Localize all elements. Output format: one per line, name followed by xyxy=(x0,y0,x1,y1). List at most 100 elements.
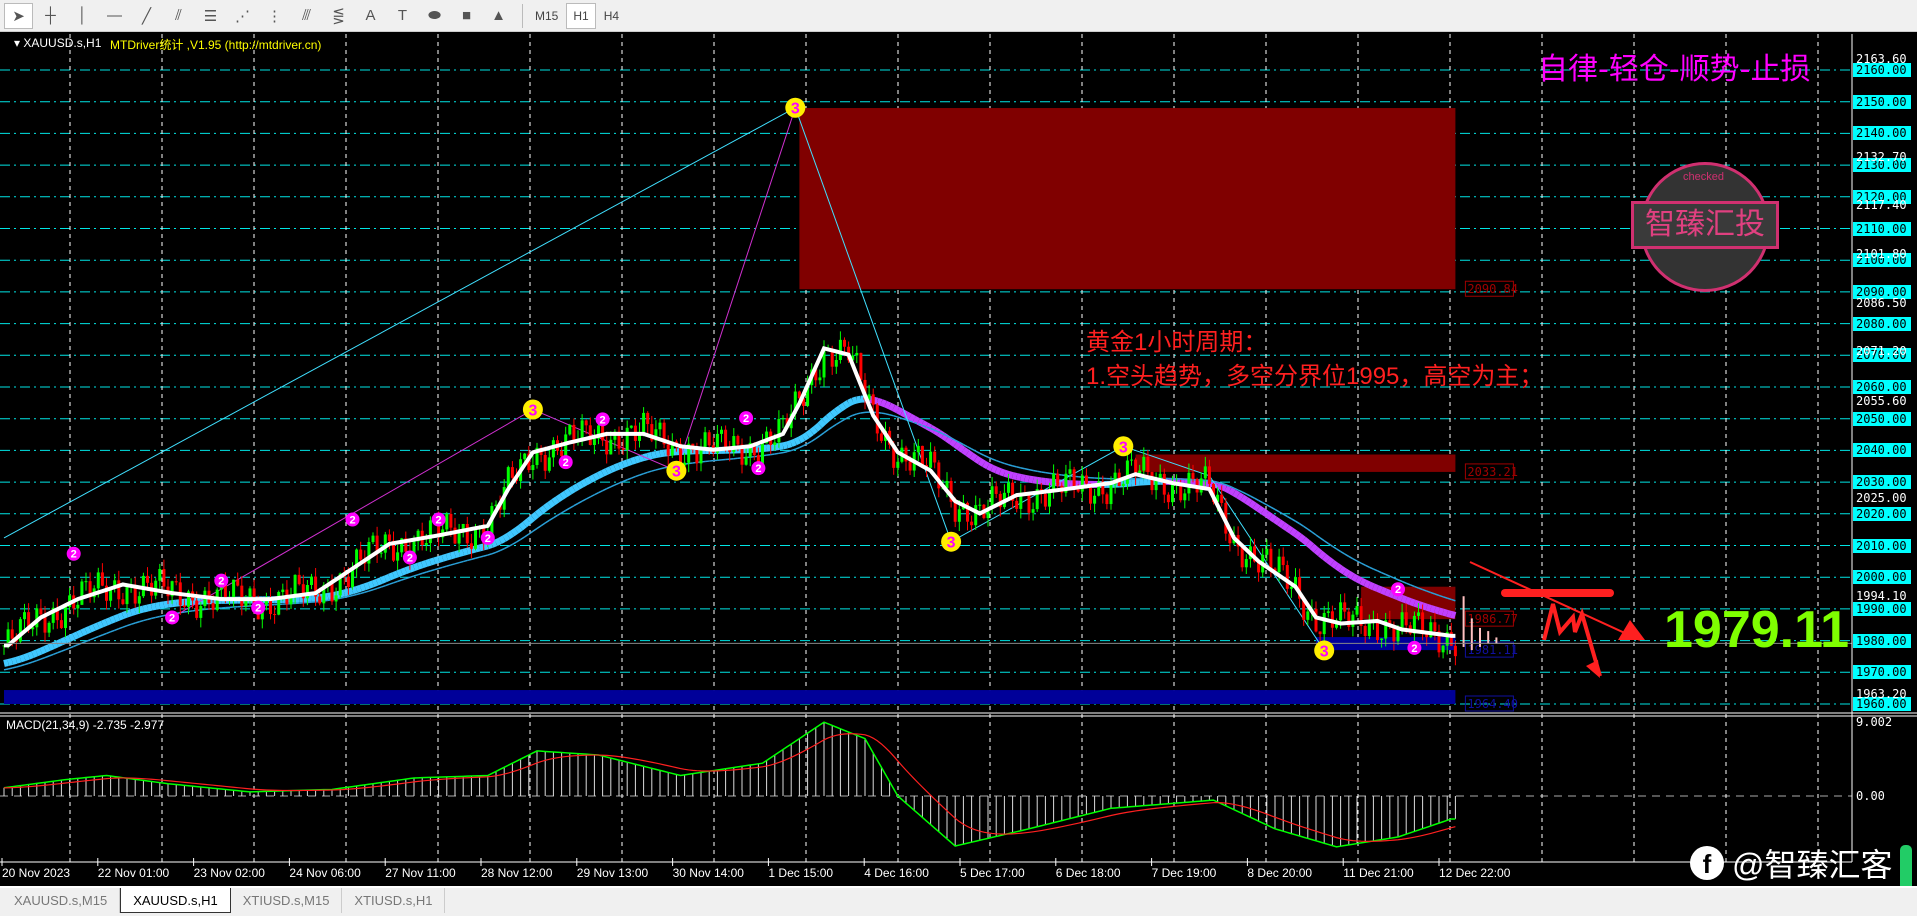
ma-slow-segment xyxy=(520,536,526,541)
ma-ribbon-segment xyxy=(416,561,424,570)
ma-ribbon-segment xyxy=(793,436,801,446)
ma-slow-segment xyxy=(856,412,862,415)
horizontal-line-icon[interactable]: — xyxy=(100,3,129,29)
ma-ribbon-segment xyxy=(1216,481,1223,490)
tab-xtiusd-s-m15[interactable]: XTIUSD.s,M15 xyxy=(231,888,343,913)
date-label: 6 Dec 18:00 xyxy=(1055,866,1121,880)
crosshair-icon[interactable]: ┼ xyxy=(36,3,65,29)
candle-body xyxy=(1031,509,1035,513)
watermark: f @智臻汇客 xyxy=(1690,840,1893,886)
candle-body xyxy=(720,429,723,434)
ma-slow-segment xyxy=(475,556,480,559)
watermark-text: @智臻汇客 xyxy=(1732,847,1893,883)
ma-ribbon-segment xyxy=(957,444,966,453)
candle-body xyxy=(572,424,576,441)
ma-ribbon-segment xyxy=(617,461,625,470)
ma-ribbon-segment xyxy=(1036,476,1042,485)
ma-slow-segment xyxy=(770,453,775,456)
ma-ribbon-segment xyxy=(1409,598,1416,607)
ma-slow-segment xyxy=(1299,523,1305,527)
candle-body xyxy=(293,574,297,595)
timeframe-h4[interactable]: H4 xyxy=(598,3,625,29)
price-chart[interactable]: 2090.84 2033.21 1986.77 1981.11 1964.40 3 3 3 3 3… xyxy=(0,0,1917,916)
fibo-retracement-icon[interactable]: ☰ xyxy=(196,3,225,29)
ma-slow-segment xyxy=(499,548,505,552)
candle-body xyxy=(469,543,473,549)
ma-slow-segment xyxy=(24,662,29,666)
candle-body xyxy=(994,486,998,494)
vertical-line-icon[interactable]: │ xyxy=(68,3,97,29)
date-label: 28 Nov 12:00 xyxy=(481,866,553,880)
macd-scale-label: 9.002 xyxy=(1856,715,1893,730)
price-axis-label: 1980.00 xyxy=(1853,633,1911,648)
wave-marker-label: 2 xyxy=(485,533,491,545)
ma-slow-segment xyxy=(1266,504,1272,508)
trendline-icon[interactable]: ╱ xyxy=(132,3,161,29)
ma-slow-segment xyxy=(983,454,989,458)
ma-slow-segment xyxy=(155,615,160,619)
equidistant-channel-icon[interactable]: ⫽ xyxy=(164,3,193,29)
ellipse-icon[interactable]: ⬬ xyxy=(420,3,449,29)
ma-slow-segment xyxy=(524,533,530,538)
ma-ribbon-segment xyxy=(1285,525,1294,534)
ma-slow-segment xyxy=(651,469,657,472)
timeframe-m15[interactable]: M15 xyxy=(529,3,564,29)
ma-slow-segment xyxy=(1286,515,1292,520)
date-label: 11 Dec 21:00 xyxy=(1343,866,1414,880)
ma-slow-segment xyxy=(532,527,538,532)
ma-slow-segment xyxy=(577,500,583,505)
fibo-time-icon[interactable]: ⋰ xyxy=(228,3,257,29)
candle-body xyxy=(560,450,564,457)
candle-body xyxy=(588,425,592,445)
ma-slow-segment xyxy=(463,559,468,563)
tab-xauusd-s-h1[interactable]: XAUUSD.s,H1 xyxy=(120,888,231,913)
ma-ribbon-segment xyxy=(1446,609,1453,618)
cursor-icon[interactable]: ➤ xyxy=(4,2,33,29)
ma-ribbon-segment xyxy=(1384,588,1392,597)
ma-slow-segment xyxy=(1258,499,1264,504)
ma-ribbon-segment xyxy=(449,551,456,560)
rectangle-icon[interactable]: ■ xyxy=(452,3,481,29)
text-label-icon[interactable]: T xyxy=(388,3,417,29)
ma-ribbon-segment xyxy=(1313,547,1323,557)
ma-ribbon-segment xyxy=(388,572,395,581)
text-icon[interactable]: A xyxy=(356,3,385,29)
ma-ribbon-segment xyxy=(592,472,601,481)
ma-slow-segment xyxy=(1377,570,1382,574)
ma-ribbon-segment xyxy=(801,432,810,441)
ma-slow-segment xyxy=(1000,461,1005,465)
ma-slow-segment xyxy=(553,514,558,519)
ma-ribbon-segment xyxy=(351,586,358,595)
ma-ribbon-segment xyxy=(1442,608,1449,617)
candle-body xyxy=(1007,482,1010,493)
tab-xauusd-s-m15[interactable]: XAUUSD.s,M15 xyxy=(2,888,121,913)
ma-ribbon-segment xyxy=(347,587,354,596)
tab-xtiusd-s-h1[interactable]: XTIUSD.s,H1 xyxy=(342,888,446,913)
candle-body xyxy=(916,445,920,453)
candle-body xyxy=(10,629,14,639)
ma-ribbon-segment xyxy=(842,400,851,409)
price-axis-label: 1990.00 xyxy=(1853,601,1911,616)
ma-slow-segment xyxy=(540,522,546,527)
ma-ribbon-segment xyxy=(1372,583,1379,592)
fibo-fan-icon[interactable]: ⋮ xyxy=(260,3,289,29)
ma-slow-segment xyxy=(184,610,189,613)
triangle-icon[interactable]: ▲ xyxy=(484,3,513,29)
ma-ribbon-segment xyxy=(555,493,564,503)
fibo-channel-icon[interactable]: ⫻ xyxy=(292,3,321,29)
candle-body xyxy=(1171,484,1174,503)
gann-fan-icon[interactable]: ⋚ xyxy=(324,3,353,29)
ma-slow-segment xyxy=(364,590,370,593)
ma-ribbon-segment xyxy=(441,553,448,562)
ma-ribbon-segment xyxy=(1404,596,1412,605)
ma-ribbon-segment xyxy=(15,655,22,664)
wave-marker-label: 2 xyxy=(407,553,413,565)
candle-body xyxy=(1404,612,1408,626)
timeframe-h1[interactable]: H1 xyxy=(566,2,596,29)
candle-body xyxy=(1142,456,1146,471)
ma-slow-segment xyxy=(368,589,374,592)
price-scale-label: 1994.10 xyxy=(1856,588,1907,603)
ma-slow-segment xyxy=(98,634,103,638)
price-scale-label: 2071.20 xyxy=(1856,344,1907,359)
ma-ribbon-segment xyxy=(355,584,362,593)
